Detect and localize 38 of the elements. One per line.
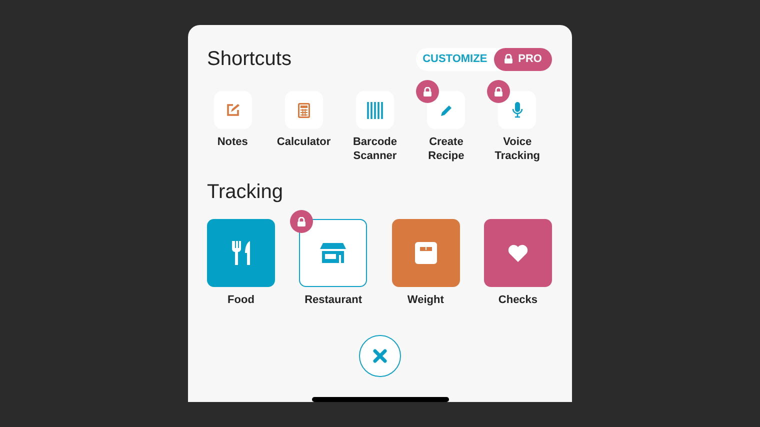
- tracking-tile[interactable]: [392, 219, 460, 287]
- customize-label: CUSTOMIZE: [422, 52, 488, 67]
- tracking-label: Food: [228, 293, 254, 308]
- tracking-label: Restaurant: [304, 293, 362, 308]
- section-title: Tracking: [207, 180, 284, 205]
- barcode-icon: [367, 102, 383, 118]
- shortcut-tile[interactable]: [427, 91, 466, 129]
- tracking-tile[interactable]: [299, 219, 368, 287]
- lock-icon: [297, 216, 306, 226]
- tracking-tile[interactable]: [484, 219, 552, 287]
- pro-badge: PRO: [494, 48, 552, 70]
- edit-note-icon: [226, 103, 240, 117]
- tracking-label: Checks: [498, 293, 538, 308]
- shortcut-label: Voice Tracking: [494, 135, 542, 163]
- heart-icon: [508, 244, 528, 262]
- close-button[interactable]: [359, 334, 401, 376]
- fork-knife-icon: [231, 241, 251, 265]
- shortcut-tile[interactable]: [214, 91, 252, 129]
- microphone-icon: [512, 102, 523, 118]
- section-title: Shortcuts: [207, 47, 292, 72]
- shortcut-tile[interactable]: [284, 91, 323, 129]
- scale-icon: [414, 242, 437, 264]
- lock-icon: [494, 86, 504, 96]
- storefront-icon: [320, 243, 346, 263]
- shortcut-label: Notes: [216, 135, 249, 149]
- pencil-icon: [440, 104, 453, 116]
- lock-icon: [423, 86, 432, 96]
- customize-toggle[interactable]: CUSTOMIZE PRO: [416, 48, 552, 70]
- shortcut-tile[interactable]: [356, 91, 394, 129]
- calculator-icon: [298, 102, 310, 118]
- shortcut-tile[interactable]: [498, 91, 536, 129]
- close-icon: [373, 348, 387, 362]
- shortcut-label: Barcode Scanner: [352, 135, 398, 163]
- tracking-label: Weight: [407, 293, 444, 308]
- lock-icon: [504, 54, 514, 64]
- shortcut-label: Calculator: [276, 135, 332, 149]
- tracking-tile[interactable]: [207, 219, 275, 287]
- shortcut-label: Create Recipe: [427, 135, 466, 163]
